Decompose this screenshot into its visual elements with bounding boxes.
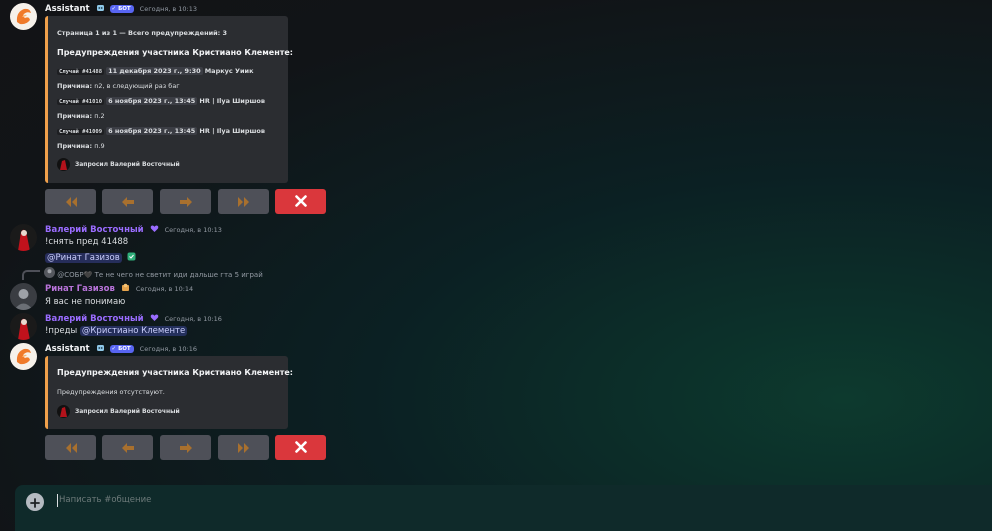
case-row: Случай #41010 6 ноября 2023 г., 13:45 HR… [57, 97, 265, 105]
close-button[interactable] [275, 435, 326, 460]
warnings-embed: Страница 1 из 1 — Всего предупреждений: … [45, 16, 293, 183]
case-moderator: Маркус Уиик [204, 67, 254, 75]
message-text: !снять пред 41488 [45, 237, 129, 247]
message-composer: Написать #общение [15, 485, 992, 531]
footer-avatar [57, 158, 70, 171]
first-page-button[interactable] [45, 435, 96, 460]
author-name[interactable]: Валерий Восточный [45, 314, 144, 324]
author-name[interactable]: Ринат Газизов [45, 284, 115, 294]
message-text: !преды [45, 326, 78, 336]
heart-icon [150, 224, 159, 233]
last-page-button[interactable] [218, 189, 269, 214]
case-date: 6 ноября 2023 г., 13:45 [106, 127, 198, 135]
reply-preview[interactable]: @СОБР🖤 Те не чего не светит иди дальше г… [44, 267, 263, 279]
valeriy-avatar[interactable] [10, 224, 37, 251]
robot-icon [96, 3, 105, 12]
case-row: Случай #41009 6 ноября 2023 г., 13:45 HR… [57, 127, 265, 135]
embed-title: Предупреждения участника Кристиано Клеме… [57, 48, 293, 57]
embed-footer: Запросил Валерий Восточный [57, 158, 180, 171]
first-page-icon [64, 192, 78, 211]
message-text-row: !преды @Кристиано Клементе [45, 326, 188, 336]
robot-icon [96, 343, 105, 352]
first-page-icon [64, 438, 78, 457]
prev-page-button[interactable] [102, 189, 153, 214]
timestamp: Сегодня, в 10:13 [139, 5, 198, 13]
embed-footer: Запросил Валерий Восточный [57, 405, 180, 418]
close-icon [294, 192, 307, 211]
pagination-buttons [45, 189, 327, 214]
author-name[interactable]: Assistant [45, 4, 90, 14]
text-caret [57, 494, 58, 507]
case-moderator: HR | Ilya Ширшов [199, 97, 265, 105]
timestamp: Сегодня, в 10:16 [139, 345, 198, 353]
case-date: 6 ноября 2023 г., 13:45 [106, 97, 198, 105]
timestamp: Сегодня, в 10:16 [164, 315, 222, 323]
assistant-avatar[interactable] [10, 3, 37, 30]
add-attachment-button[interactable] [26, 493, 44, 511]
author-name[interactable]: Валерий Восточный [45, 225, 144, 235]
prev-page-icon [121, 438, 135, 457]
assistant-avatar[interactable] [10, 343, 37, 370]
case-id: Случай #41010 [57, 99, 105, 105]
last-page-icon [237, 438, 251, 457]
message-input[interactable]: Написать #общение [59, 495, 151, 505]
embed-title: Предупреждения участника Кристиано Клеме… [57, 368, 293, 377]
case-row: Случай #41488 11 декабря 2023 г., 9:30 М… [57, 67, 254, 75]
heart-icon [150, 313, 159, 322]
message-text: Я вас не понимаю [45, 297, 126, 307]
timestamp: Сегодня, в 10:13 [164, 226, 222, 234]
prev-page-icon [121, 192, 135, 211]
case-moderator: HR | Ilya Ширшов [199, 127, 265, 135]
reply-author: @СОБР🖤 [57, 271, 93, 279]
badge-icon [121, 283, 130, 292]
next-page-icon [179, 192, 193, 211]
case-date: 11 декабря 2023 г., 9:30 [106, 67, 203, 75]
reply-avatar-icon [44, 267, 55, 278]
message-mention-row: @Ринат Газизов [45, 252, 136, 263]
valeriy-avatar[interactable] [10, 313, 37, 340]
reply-text: Те не чего не светит иди дальше гта 5 иг… [94, 271, 263, 279]
bot-badge: ✓ БОТ [109, 5, 134, 13]
case-reason: Причина: n2, в следующий раз баг [57, 82, 180, 90]
user-mention[interactable]: @Ринат Газизов [45, 253, 122, 263]
user-mention[interactable]: @Кристиано Клементе [79, 326, 188, 336]
plus-icon [30, 493, 40, 512]
timestamp: Сегодня, в 10:14 [135, 285, 194, 293]
page-info: Страница 1 из 1 — Всего предупреждений: … [57, 29, 228, 37]
case-reason: Причина: п.2 [57, 112, 105, 120]
case-reason: Причина: п.9 [57, 142, 105, 150]
warnings-embed-empty: Предупреждения участника Кристиано Клеме… [45, 356, 293, 429]
first-page-button[interactable] [45, 189, 96, 214]
close-button[interactable] [275, 189, 326, 214]
next-page-button[interactable] [160, 435, 211, 460]
author-name[interactable]: Assistant [45, 344, 90, 354]
reply-connector [22, 270, 40, 280]
next-page-icon [179, 438, 193, 457]
footer-avatar [57, 405, 70, 418]
case-id: Случай #41488 [57, 69, 105, 75]
case-id: Случай #41009 [57, 129, 105, 135]
close-icon [294, 438, 307, 457]
last-page-button[interactable] [218, 435, 269, 460]
bot-badge: ✓ БОТ [109, 345, 134, 353]
last-page-icon [237, 192, 251, 211]
embed-body: Предупреждения отсутствуют. [57, 388, 165, 396]
shield-icon [127, 252, 136, 261]
prev-page-button[interactable] [102, 435, 153, 460]
next-page-button[interactable] [160, 189, 211, 214]
pagination-buttons [45, 435, 327, 460]
rinat-avatar[interactable] [10, 283, 37, 310]
